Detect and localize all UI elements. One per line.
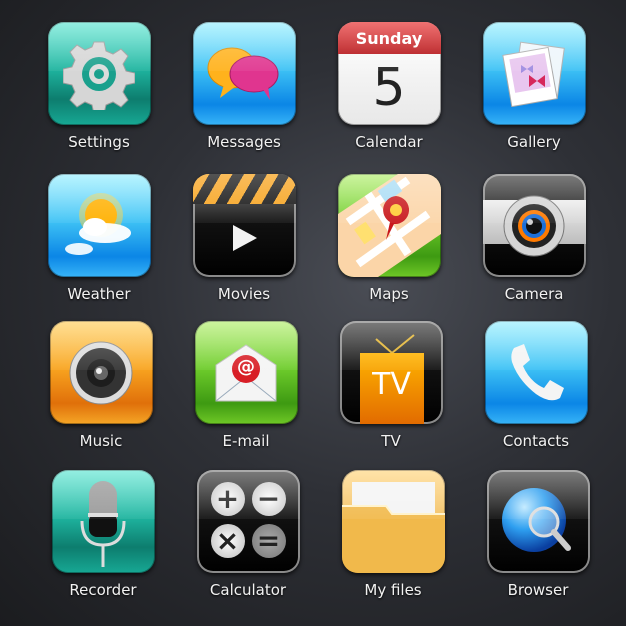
- app-label: Calculator: [209, 581, 287, 599]
- app-tv[interactable]: TV TV: [331, 321, 451, 450]
- app-label: E-mail: [222, 432, 270, 450]
- tv-glyph: TV: [372, 367, 411, 402]
- weather-tile: [47, 174, 151, 277]
- app-movies[interactable]: Movies: [184, 174, 304, 303]
- calc-key-equals: =: [251, 524, 286, 558]
- recorder-tile: [51, 470, 155, 573]
- app-settings[interactable]: Settings: [39, 22, 159, 151]
- app-weather[interactable]: Weather: [39, 174, 159, 303]
- app-label: Camera: [504, 285, 564, 303]
- app-gallery[interactable]: Gallery: [474, 22, 594, 151]
- gallery-tile: [482, 22, 586, 125]
- app-camera[interactable]: Camera: [474, 174, 594, 303]
- app-label: TV: [381, 432, 401, 450]
- contacts-tile: [484, 321, 588, 424]
- my-files-tile: [341, 470, 445, 573]
- calculator-tile: + − × =: [196, 470, 300, 573]
- calc-key-times: ×: [210, 524, 245, 558]
- app-music[interactable]: Music: [41, 321, 161, 450]
- calendar-tile: Sunday 5: [337, 22, 441, 125]
- maps-tile: [337, 174, 441, 277]
- sun-cloud-icon: [65, 192, 131, 255]
- app-maps[interactable]: Maps: [329, 174, 449, 303]
- browser-tile: [486, 470, 590, 573]
- app-label: My files: [364, 581, 422, 599]
- app-calculator[interactable]: + − × = Calculator: [188, 470, 308, 599]
- settings-tile: [47, 22, 151, 125]
- app-label: Weather: [67, 285, 131, 303]
- app-messages[interactable]: Messages: [184, 22, 304, 151]
- calc-key-plus: +: [210, 482, 245, 516]
- app-email[interactable]: @ E-mail: [186, 321, 306, 450]
- photos-icon: [502, 41, 565, 107]
- microphone-icon: [80, 480, 126, 567]
- email-tile: @: [194, 321, 298, 424]
- phone-icon: [511, 343, 564, 400]
- app-label: Contacts: [502, 432, 570, 450]
- camera-lens-icon: [503, 195, 565, 256]
- app-label: Movies: [217, 285, 271, 303]
- globe-search-icon: [502, 487, 571, 552]
- at-sign: @: [237, 356, 255, 378]
- folder-icon: [341, 482, 445, 573]
- camera-tile: [482, 174, 586, 277]
- calendar-day-name: Sunday: [355, 29, 423, 48]
- movies-tile: [192, 174, 296, 277]
- play-icon: [233, 224, 257, 251]
- music-tile: [49, 321, 153, 424]
- chat-bubbles-icon: [207, 47, 279, 100]
- app-label: Messages: [207, 133, 281, 151]
- app-label: Settings: [68, 133, 130, 151]
- app-label: Calendar: [355, 133, 423, 151]
- app-label: Maps: [369, 285, 409, 303]
- app-label: Recorder: [69, 581, 137, 599]
- map-pin-icon: [337, 174, 441, 277]
- app-browser[interactable]: Browser: [478, 470, 598, 599]
- app-label: Music: [79, 432, 123, 450]
- app-label: Gallery: [507, 133, 561, 151]
- clapperboard-stripes: [192, 174, 296, 204]
- calc-key-minus: −: [251, 482, 286, 516]
- tv-tile: TV: [339, 321, 443, 424]
- app-calendar[interactable]: Sunday 5 Calendar: [329, 22, 449, 151]
- app-my-files[interactable]: My files: [333, 470, 453, 599]
- app-contacts[interactable]: Contacts: [476, 321, 596, 450]
- app-recorder[interactable]: Recorder: [43, 470, 163, 599]
- speaker-icon: [69, 341, 133, 404]
- calendar-day-number: 5: [372, 58, 406, 118]
- app-label: Browser: [507, 581, 569, 599]
- gear-icon: [63, 41, 135, 110]
- messages-tile: [192, 22, 296, 125]
